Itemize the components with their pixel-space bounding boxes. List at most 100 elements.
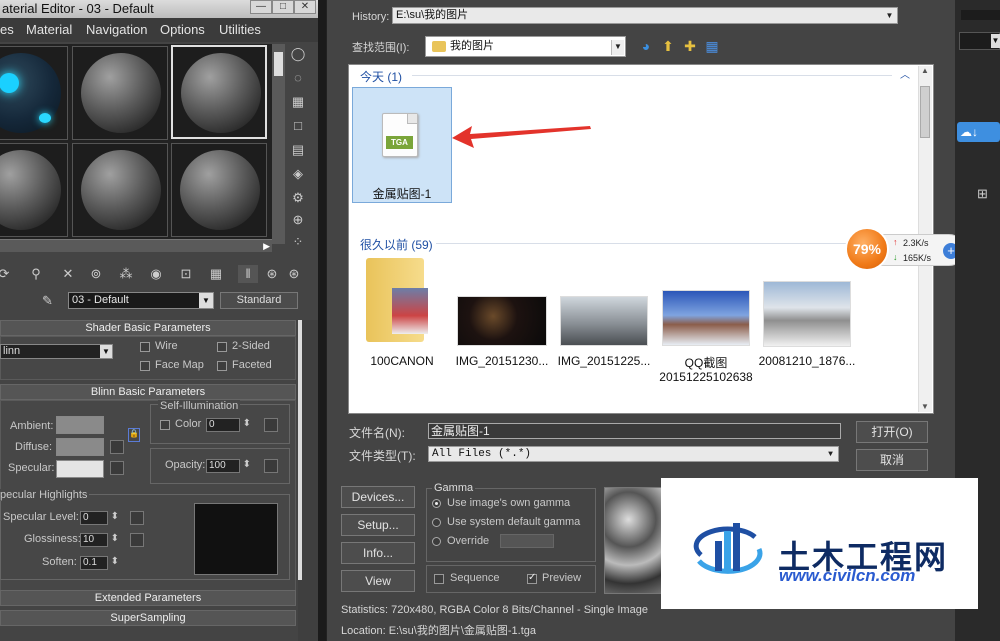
put-to-scene-icon[interactable]: ⚲ [26, 265, 46, 283]
chevron-down-icon[interactable]: ▼ [100, 345, 112, 358]
go-forward-icon[interactable]: ⊛ [284, 265, 304, 283]
net-usage-ball[interactable]: 79% [845, 227, 889, 271]
material-type-button[interactable]: Standard [220, 292, 298, 309]
eyedropper-icon[interactable]: ✎ [42, 293, 53, 309]
gamma-own-radio[interactable] [432, 499, 441, 508]
two-sided-checkbox[interactable] [217, 342, 227, 352]
shader-type-dropdown[interactable]: linn ▼ [0, 344, 113, 359]
opacity-spinner[interactable]: 100 [206, 459, 251, 473]
up-folder-icon[interactable]: ⬆ [660, 38, 676, 54]
diffuse-color-swatch[interactable] [56, 438, 104, 456]
slots-vertical-scrollbar[interactable] [272, 44, 285, 244]
wire-checkbox[interactable] [140, 342, 150, 352]
sample-slot[interactable] [0, 143, 68, 237]
menu-material[interactable]: Material [26, 18, 72, 42]
material-navigator-icon[interactable]: ⁘ [289, 234, 307, 250]
menu-modes[interactable]: es [0, 18, 14, 42]
sample-slot[interactable] [171, 143, 267, 237]
cancel-button[interactable]: 取消 [856, 449, 928, 471]
glossiness-spinner[interactable]: 10 [80, 533, 119, 547]
sequence-checkbox[interactable] [434, 574, 444, 584]
lock-icon[interactable]: 🔒 [128, 428, 140, 442]
chevron-down-icon[interactable]: ▼ [883, 9, 896, 22]
collapse-icon[interactable]: ︿ [900, 66, 910, 81]
chevron-down-icon[interactable]: ▼ [824, 448, 837, 461]
folder-thumbnail[interactable] [366, 258, 428, 342]
maximize-button[interactable]: □ [272, 0, 294, 14]
group-old-header[interactable]: 很久以前 (59) [360, 236, 433, 253]
make-preview-icon[interactable]: ◈ [289, 166, 307, 182]
image-thumbnail[interactable] [560, 296, 648, 346]
specular-level-map-button[interactable] [130, 511, 144, 525]
supersampling-rollout-header[interactable]: SuperSampling [0, 610, 296, 626]
put-to-library-icon[interactable]: ◉ [146, 265, 166, 283]
ambient-color-swatch[interactable] [56, 416, 104, 434]
background-icon[interactable]: ▦ [289, 94, 307, 110]
self-illum-map-button[interactable] [264, 418, 278, 432]
sample-slot[interactable] [72, 46, 168, 140]
image-thumbnail[interactable] [457, 296, 547, 346]
backlight-icon[interactable]: ◌ [289, 70, 307, 86]
select-by-material-icon[interactable]: ⊕ [289, 212, 307, 228]
image-thumbnail[interactable] [662, 290, 750, 346]
view-button[interactable]: View [341, 570, 415, 592]
scroll-down-icon[interactable]: ▼ [921, 402, 929, 411]
chevron-down-icon[interactable]: ▼ [611, 40, 624, 55]
go-to-parent-icon[interactable]: ⊛ [262, 265, 282, 283]
open-button[interactable]: 打开(O) [856, 421, 928, 443]
glossiness-map-button[interactable] [130, 533, 144, 547]
show-end-result-icon[interactable]: ‖ [238, 265, 258, 283]
preview-checkbox[interactable] [527, 572, 537, 584]
image-thumbnail[interactable] [763, 281, 851, 347]
specular-color-swatch[interactable] [56, 460, 104, 478]
self-illum-spinner[interactable]: 0 [206, 418, 251, 432]
scroll-right-icon[interactable]: ▶ [263, 241, 270, 252]
new-folder-icon[interactable]: ✚ [682, 38, 698, 54]
scroll-up-icon[interactable]: ▲ [921, 66, 929, 75]
self-illum-color-checkbox[interactable] [160, 420, 170, 430]
specular-level-spinner[interactable]: 0 [80, 511, 119, 525]
diffuse-map-button[interactable] [110, 440, 124, 454]
rollout-scrollbar[interactable] [298, 320, 318, 641]
devices-button[interactable]: Devices... [341, 486, 415, 508]
delete-icon[interactable]: ✕ [58, 265, 78, 283]
sample-slot[interactable] [72, 143, 168, 237]
make-copy-icon[interactable]: ⊚ [86, 265, 106, 283]
uv-tiling-icon[interactable]: □ [289, 118, 307, 134]
material-id-icon[interactable]: ⊡ [176, 265, 196, 283]
opacity-map-button[interactable] [264, 459, 278, 473]
scroll-thumb[interactable] [298, 320, 302, 580]
menu-utilities[interactable]: Utilities [219, 18, 261, 42]
close-button[interactable]: ✕ [294, 0, 316, 14]
extended-rollout-header[interactable]: Extended Parameters [0, 590, 296, 606]
gamma-system-radio[interactable] [432, 518, 441, 527]
sample-slot[interactable] [0, 46, 68, 140]
make-unique-icon[interactable]: ⁂ [116, 265, 136, 283]
menu-options[interactable]: Options [160, 18, 205, 42]
blinn-rollout-header[interactable]: Blinn Basic Parameters [0, 384, 296, 400]
shader-rollout-header[interactable]: Shader Basic Parameters [0, 320, 296, 336]
setup-button[interactable]: Setup... [341, 514, 415, 536]
material-name-field[interactable]: 03 - Default ▼ [68, 292, 214, 309]
gamma-override-spinner[interactable] [500, 534, 554, 548]
chevron-down-icon[interactable]: ▼ [199, 293, 213, 308]
group-today-header[interactable]: 今天 (1) [360, 68, 402, 85]
look-in-dropdown[interactable]: 我的图片 ▼ [425, 36, 626, 57]
cloud-sync-icon[interactable]: ☁↓ [957, 122, 1000, 142]
face-map-checkbox[interactable] [140, 361, 150, 371]
scroll-thumb[interactable] [274, 52, 283, 76]
file-name-input[interactable]: 金属贴图-1 [428, 423, 841, 439]
options-icon[interactable]: ⚙ [289, 190, 307, 206]
view-menu-icon[interactable]: ▦ [704, 38, 720, 54]
sample-slot-active[interactable] [171, 45, 267, 139]
slots-horizontal-scrollbar[interactable]: ▶ [0, 239, 272, 252]
soften-spinner[interactable]: 0.1 [80, 556, 119, 570]
sample-type-icon[interactable]: ◯ [289, 46, 307, 62]
menu-navigation[interactable]: Navigation [86, 18, 147, 42]
scroll-thumb[interactable] [920, 86, 930, 138]
panel-tool-icon[interactable]: ⊞ [977, 186, 995, 204]
back-icon[interactable]: ◕ [638, 38, 654, 54]
minimize-button[interactable]: — [250, 0, 272, 14]
chevron-down-icon[interactable]: ▼ [991, 34, 1000, 48]
gamma-override-radio[interactable] [432, 537, 441, 546]
